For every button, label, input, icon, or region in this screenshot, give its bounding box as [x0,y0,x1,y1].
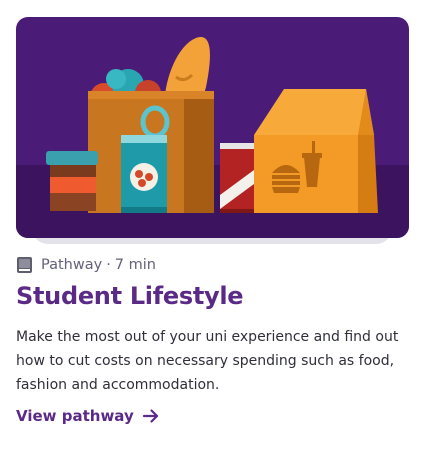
pathway-card[interactable]: Pathway · 7 min Student Lifestyle Make t… [0,0,426,449]
view-pathway-label: View pathway [16,407,134,425]
hero-illustration[interactable] [16,17,409,238]
book-icon [17,257,32,273]
duration-label: 7 min [114,257,156,273]
card-description: Make the most out of your uni experience… [16,329,399,393]
card-title[interactable]: Student Lifestyle [16,278,244,314]
coffee-cup [46,151,98,211]
content-type-label: Pathway [41,257,103,273]
soda-can [220,143,258,213]
card-meta: Pathway · 7 min [16,254,156,276]
arrow-right-icon [142,409,158,423]
view-pathway-link[interactable]: View pathway [16,404,160,428]
meta-separator: · [106,257,111,273]
takeaway-bag [254,89,378,213]
